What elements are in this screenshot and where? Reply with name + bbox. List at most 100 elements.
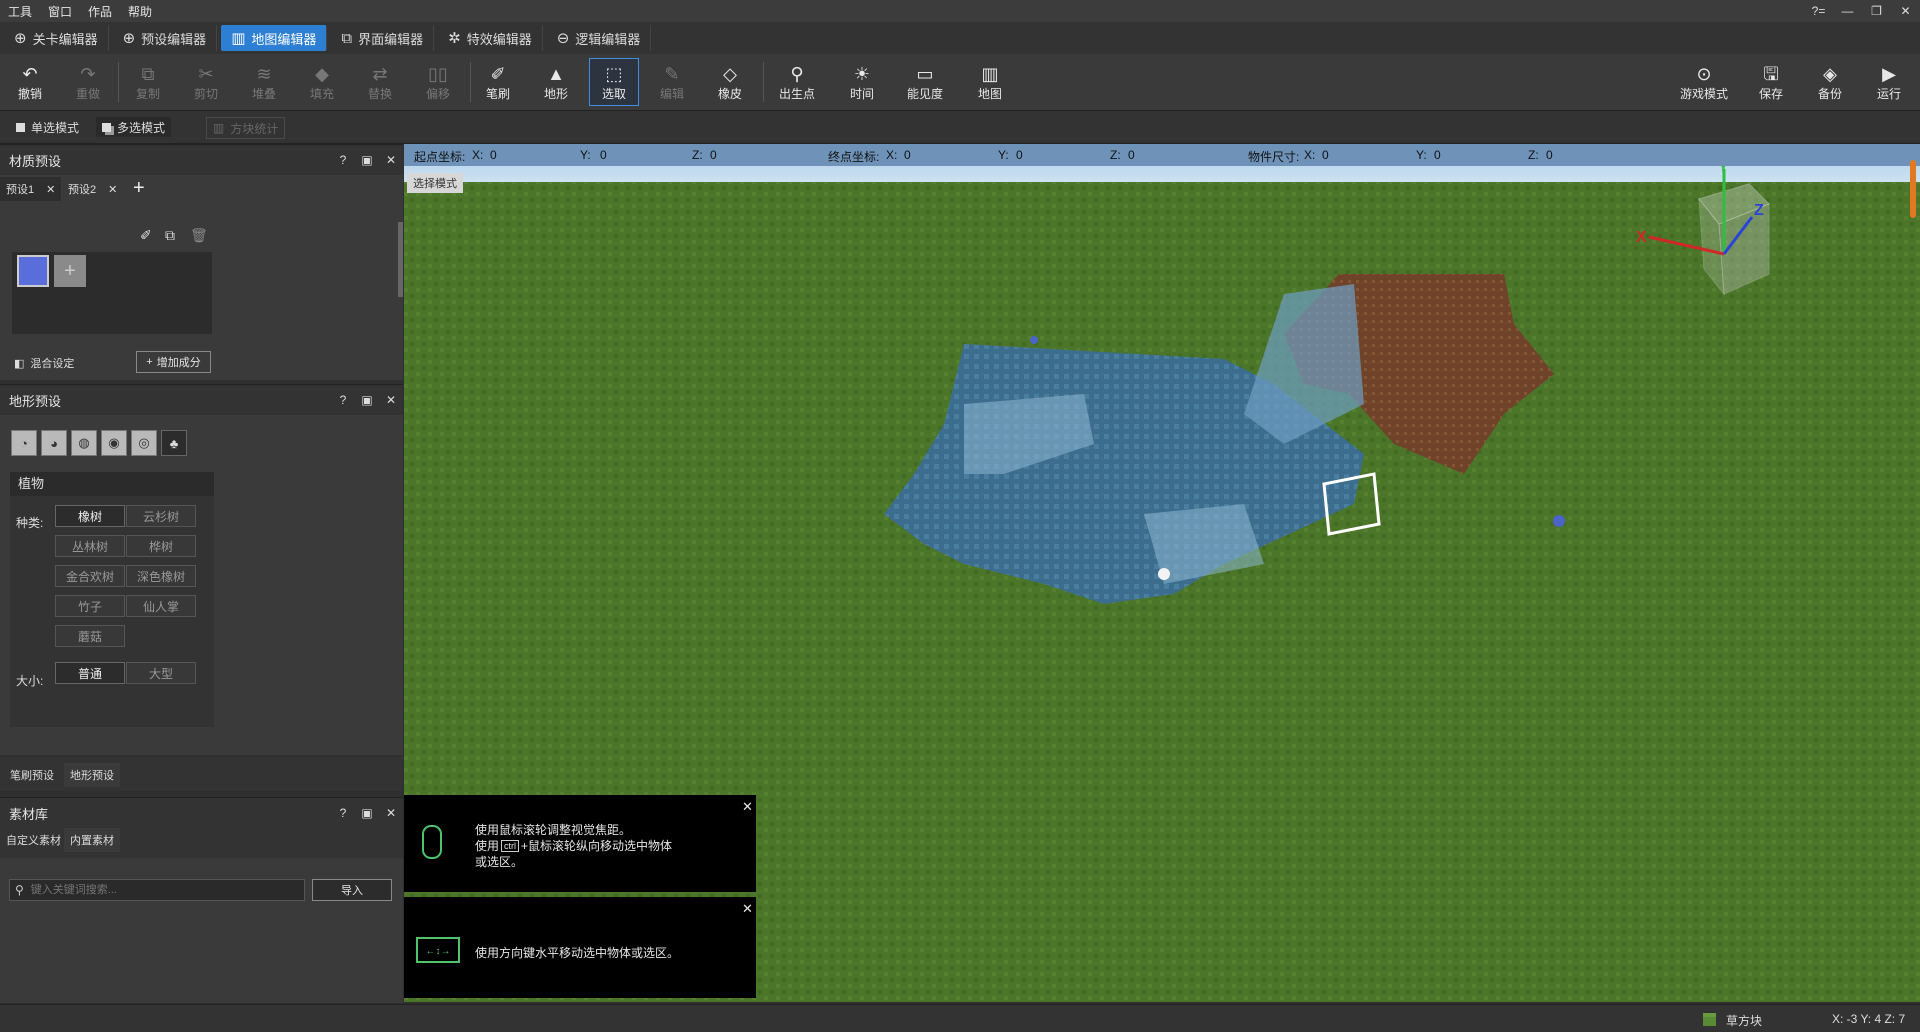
terrain-tool-4-icon[interactable]: ◉: [101, 430, 127, 456]
search-box[interactable]: ⚲: [9, 879, 305, 901]
tab-preset-editor[interactable]: ⊕ 预设编辑器: [113, 25, 218, 51]
redo-button[interactable]: ↷ 重做: [63, 58, 113, 106]
restore-button[interactable]: ❐: [1862, 0, 1891, 22]
backup-button[interactable]: ◈ 备份: [1805, 58, 1855, 106]
run-button[interactable]: ▶ 运行: [1864, 58, 1914, 106]
tree-type-cactus[interactable]: 仙人掌: [126, 595, 196, 617]
blend-settings[interactable]: ◧ 混合设定: [14, 355, 74, 371]
tab-preset2[interactable]: 预设2 ✕: [62, 177, 123, 201]
tab-effects-editor[interactable]: ✲ 特效编辑器: [438, 25, 543, 51]
close-icon[interactable]: ✕: [379, 153, 403, 167]
minimize-button[interactable]: —: [1833, 0, 1862, 22]
size-large[interactable]: 大型: [126, 662, 196, 684]
start-x-label: X:: [472, 148, 484, 162]
cut-button[interactable]: ✂ 剪切: [181, 58, 231, 106]
help-icon[interactable]: ?=: [1804, 0, 1833, 22]
tree-tool-icon[interactable]: ♣: [161, 430, 187, 456]
close-icon[interactable]: ✕: [108, 183, 117, 196]
material-block-swatch[interactable]: [17, 255, 49, 287]
start-y-value[interactable]: 0: [600, 148, 607, 162]
end-y-value[interactable]: 0: [1016, 148, 1023, 162]
tree-type-bamboo[interactable]: 竹子: [55, 595, 125, 617]
menu-tools[interactable]: 工具: [0, 3, 40, 20]
brush-button[interactable]: ✐ 笔刷: [473, 58, 523, 106]
time-button[interactable]: ☀ 时间: [837, 58, 887, 106]
help-icon[interactable]: ?: [331, 806, 355, 820]
tab-logic-editor[interactable]: ⊖ 逻辑编辑器: [547, 25, 652, 51]
terrain-button[interactable]: ▲ 地形: [531, 58, 581, 106]
import-button[interactable]: 导入: [312, 879, 392, 901]
tree-type-birch[interactable]: 桦树: [126, 535, 196, 557]
size-z-value[interactable]: 0: [1546, 148, 1553, 162]
terrain-tool-3-icon[interactable]: ◍: [71, 430, 97, 456]
tree-type-oak[interactable]: 橡树: [55, 505, 125, 527]
offset-button[interactable]: ▯▯ 偏移: [413, 58, 463, 106]
close-icon[interactable]: ✕: [379, 393, 403, 407]
close-icon[interactable]: ✕: [379, 806, 403, 820]
add-material-icon[interactable]: +: [54, 255, 86, 287]
tab-custom-assets[interactable]: 自定义素材: [0, 828, 67, 852]
tab-brush-presets[interactable]: 笔刷预设: [4, 763, 60, 787]
tab-ui-editor[interactable]: ⧉ 界面编辑器: [331, 25, 435, 51]
menu-works[interactable]: 作品: [80, 3, 120, 20]
size-y-value[interactable]: 0: [1434, 148, 1441, 162]
multi-select-mode[interactable]: 多选模式: [96, 117, 172, 137]
undo-button[interactable]: ↶ 撤销: [5, 58, 55, 106]
maximize-icon[interactable]: ▣: [355, 393, 379, 407]
tab-preset1[interactable]: 预设1 ✕: [0, 177, 62, 201]
trash-icon[interactable]: 🗑: [190, 227, 208, 244]
add-component-button[interactable]: + 增加成分: [136, 351, 211, 373]
map-button[interactable]: ▥ 地图: [965, 58, 1015, 106]
close-button[interactable]: ✕: [1891, 0, 1920, 22]
tree-type-spruce[interactable]: 云杉树: [126, 505, 196, 527]
tab-builtin-assets[interactable]: 内置素材: [64, 828, 120, 852]
tree-type-mushroom[interactable]: 蘑菇: [55, 625, 125, 647]
spawn-button[interactable]: ⚲ 出生点: [772, 58, 822, 106]
terrain-tool-5-icon[interactable]: ◎: [131, 430, 157, 456]
select-button[interactable]: ⬚ 选取: [589, 58, 639, 106]
single-select-mode[interactable]: 单选模式: [10, 117, 85, 137]
start-z-value[interactable]: 0: [710, 148, 717, 162]
hint-text-line3: 或选区。: [475, 855, 524, 869]
add-preset-icon[interactable]: +: [133, 177, 145, 200]
terrain-tool-2-icon[interactable]: ◕: [41, 430, 67, 456]
maximize-icon[interactable]: ▣: [355, 153, 379, 167]
maximize-icon[interactable]: ▣: [355, 806, 379, 820]
menu-window[interactable]: 窗口: [40, 3, 80, 20]
start-x-value[interactable]: 0: [490, 148, 497, 162]
copy-button[interactable]: ⧉ 复制: [123, 58, 173, 106]
tree-type-jungle[interactable]: 丛林树: [55, 535, 125, 557]
block-stats-button[interactable]: ▥ 方块统计: [206, 117, 286, 139]
help-icon[interactable]: ?: [331, 393, 355, 407]
close-icon[interactable]: ✕: [742, 799, 753, 815]
tab-terrain-presets[interactable]: 地形预设: [64, 763, 120, 787]
menu-help[interactable]: 帮助: [120, 3, 160, 20]
tab-level-editor[interactable]: ⊕ 关卡编辑器: [4, 25, 109, 51]
tab-map-editor[interactable]: ▥ 地图编辑器: [221, 25, 328, 51]
edit-button[interactable]: ✎ 编辑: [647, 58, 697, 106]
viewport-scrollbar[interactable]: [1910, 160, 1916, 218]
replace-button[interactable]: ⇄ 替换: [355, 58, 405, 106]
help-icon[interactable]: ?: [331, 153, 355, 167]
hint-text: +鼠标滚轮纵向移动选中物体: [521, 839, 673, 853]
edit-label: 编辑: [659, 86, 684, 101]
visibility-button[interactable]: ▭ 能见度: [900, 58, 950, 106]
eraser-button[interactable]: ◇ 橡皮: [705, 58, 755, 106]
end-x-value[interactable]: 0: [904, 148, 911, 162]
eyedropper-icon[interactable]: ✐: [140, 227, 152, 244]
panel-scrollbar[interactable]: [398, 222, 403, 297]
duplicate-icon[interactable]: ⧉: [165, 227, 175, 244]
terrain-tool-1-icon[interactable]: ◔: [11, 430, 37, 456]
end-z-value[interactable]: 0: [1128, 148, 1135, 162]
close-icon[interactable]: ✕: [46, 183, 55, 196]
fill-button[interactable]: ◆ 填充: [297, 58, 347, 106]
save-button[interactable]: 🖫 保存: [1746, 58, 1796, 106]
stack-button[interactable]: ≋ 堆叠: [239, 58, 289, 106]
tree-type-dark-oak[interactable]: 深色橡树: [126, 565, 196, 587]
search-input[interactable]: [28, 883, 293, 897]
size-x-value[interactable]: 0: [1322, 148, 1329, 162]
close-icon[interactable]: ✕: [742, 901, 753, 917]
size-normal[interactable]: 普通: [55, 662, 125, 684]
game-mode-button[interactable]: ⊙ 游戏模式: [1676, 58, 1732, 106]
tree-type-acacia[interactable]: 金合欢树: [55, 565, 125, 587]
